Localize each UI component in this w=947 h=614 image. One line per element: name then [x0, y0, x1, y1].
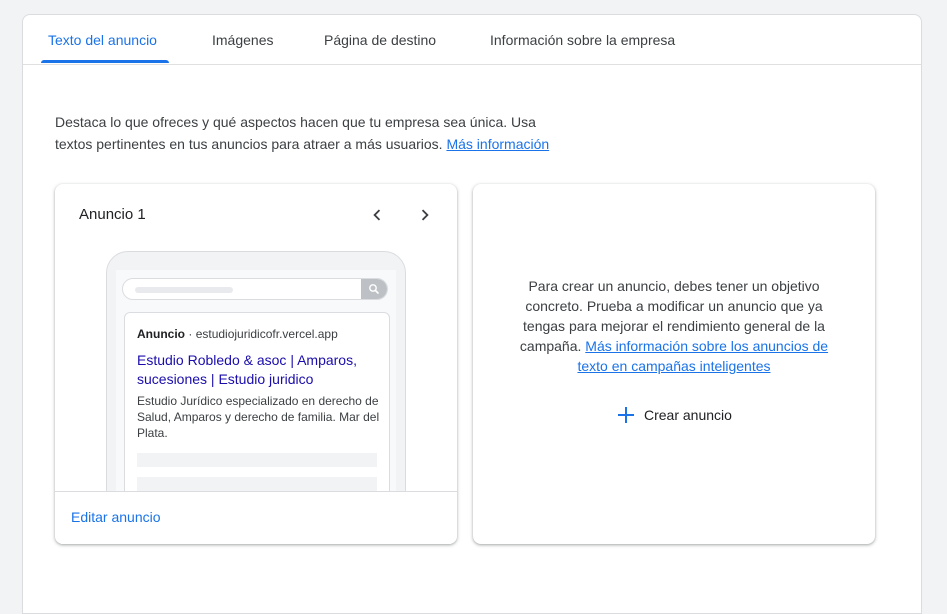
- create-ad-card: Para crear un anuncio, debes tener un ob…: [473, 184, 875, 544]
- ad-label: Anuncio: [137, 327, 185, 341]
- chevron-left-icon: [373, 209, 381, 221]
- mock-search-button: [361, 279, 387, 299]
- smart-campaign-ads-info-link[interactable]: Más información sobre los anuncios de te…: [577, 338, 828, 374]
- more-info-link[interactable]: Más información: [446, 136, 549, 152]
- ad-meta-separator: ·: [188, 327, 193, 341]
- ad-meta: Anuncio · estudiojuridicofr.vercel.app: [137, 327, 338, 341]
- tab-bar: Texto del anuncio Imágenes Página de des…: [23, 15, 921, 65]
- ad-settings-panel: Texto del anuncio Imágenes Página de des…: [22, 14, 922, 614]
- tab-texto-del-anuncio[interactable]: Texto del anuncio: [48, 15, 157, 64]
- previous-ad-button[interactable]: [366, 204, 388, 226]
- mock-search-bar: [122, 278, 388, 300]
- create-ad-label: Crear anuncio: [644, 407, 732, 423]
- placeholder-line: [137, 453, 377, 467]
- tab-pagina-de-destino[interactable]: Página de destino: [324, 15, 436, 64]
- chevron-right-icon: [421, 209, 429, 221]
- placeholder-line: [137, 477, 377, 491]
- ad-headline: Estudio Robledo & asoc | Amparos, sucesi…: [137, 352, 357, 387]
- intro-text: Destaca lo que ofreces y qué aspectos ha…: [55, 111, 575, 155]
- ad-preview-card: Anuncio 1 Anuncio · estudiojuridicofr.ve…: [55, 184, 457, 544]
- tab-informacion-empresa[interactable]: Información sobre la empresa: [490, 15, 675, 64]
- active-tab-indicator: [41, 60, 169, 63]
- create-ad-button[interactable]: Crear anuncio: [616, 403, 732, 427]
- ad-card-footer: Editar anuncio: [55, 491, 457, 544]
- plus-icon: [618, 407, 634, 423]
- search-placeholder: [135, 287, 233, 293]
- next-ad-button[interactable]: [414, 204, 436, 226]
- ad-display-url: estudiojuridicofr.vercel.app: [195, 327, 338, 341]
- ad-card-title: Anuncio 1: [79, 206, 146, 223]
- edit-ad-link[interactable]: Editar anuncio: [71, 509, 161, 525]
- ad-description: Estudio Jurídico especializado en derech…: [137, 394, 380, 440]
- tab-imagenes[interactable]: Imágenes: [212, 15, 273, 64]
- create-ad-info: Para crear un anuncio, debes tener un ob…: [503, 276, 845, 376]
- search-icon: [369, 284, 379, 294]
